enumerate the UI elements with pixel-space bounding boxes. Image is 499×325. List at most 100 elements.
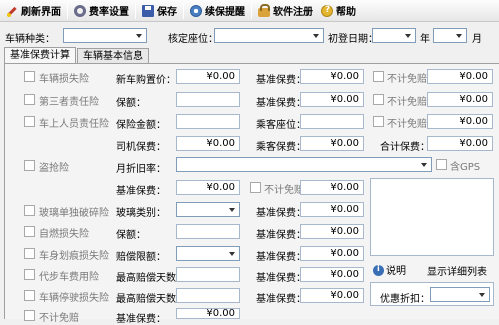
checkbox-substitute-car[interactable] xyxy=(24,269,35,280)
third-party-no-deductible-label: 不计免赔 xyxy=(387,97,427,108)
self-ignition-base-premium-label: 基准保费： xyxy=(256,230,306,241)
vehicle-type-select[interactable] xyxy=(63,28,147,43)
glass-type-select[interactable] xyxy=(176,202,240,217)
checkbox-vehicle-damage[interactable] xyxy=(24,71,35,82)
help-label: 帮助 xyxy=(336,7,356,18)
third-party-base-premium-input[interactable]: ¥0.00 xyxy=(300,92,364,107)
detail-box xyxy=(370,178,494,256)
damage-base-premium-input[interactable]: ¥0.00 xyxy=(300,69,364,84)
suspension-base-premium-input[interactable]: ¥0.00 xyxy=(300,288,364,303)
label-no-deductible-main: 不计免赔 xyxy=(39,313,79,324)
passenger-premium-input[interactable]: ¥0.00 xyxy=(300,136,364,151)
passenger-seats-input[interactable] xyxy=(300,114,364,129)
self-ignition-coverage-input[interactable] xyxy=(176,224,240,239)
include-gps-label: 含GPS xyxy=(450,162,481,173)
refresh-button[interactable]: 刷新界面 xyxy=(2,2,65,20)
self-ignition-coverage-label: 保额： xyxy=(116,230,146,241)
label-suspension: 车辆停驶损失险 xyxy=(39,293,109,304)
passenger-no-deductible-input[interactable]: ¥0.00 xyxy=(427,114,493,129)
chevron-down-icon xyxy=(311,30,322,41)
explain-link[interactable]: 说明 xyxy=(373,262,406,277)
glass-type-label: 玻璃类别： xyxy=(116,208,166,219)
theft-no-deductible-input[interactable]: ¥0.00 xyxy=(300,180,364,195)
glass-base-premium-input[interactable]: ¥0.00 xyxy=(300,202,364,217)
self-ignition-base-premium-input[interactable]: ¥0.00 xyxy=(300,224,364,239)
new-car-price-label: 新车购置价： xyxy=(116,75,176,86)
toolbar-separator xyxy=(251,2,252,19)
label-theft: 盗抢险 xyxy=(39,163,69,174)
third-party-coverage-input[interactable] xyxy=(176,92,240,107)
substitute-max-days-input[interactable] xyxy=(176,267,240,282)
suspension-base-premium-label: 基准保费： xyxy=(256,294,306,305)
checkbox-scratch[interactable] xyxy=(24,248,35,259)
damage-no-deductible-input[interactable]: ¥0.00 xyxy=(427,69,493,84)
checkbox-include-gps[interactable] xyxy=(436,159,447,170)
seat-label: 核定座位： xyxy=(168,34,218,45)
checkbox-passenger-liability[interactable] xyxy=(24,116,35,127)
seat-select[interactable] xyxy=(214,28,324,43)
insured-amount-input[interactable] xyxy=(176,114,240,129)
discount-select[interactable] xyxy=(430,287,490,302)
save-icon xyxy=(142,4,154,17)
vehicle-type-label: 车辆种类： xyxy=(5,34,55,45)
label-self-ignition: 自燃损失险 xyxy=(39,229,89,240)
software-register-button[interactable]: 软件注册 xyxy=(254,2,317,20)
chevron-down-icon xyxy=(134,30,145,41)
total-premium-input[interactable]: ¥0.00 xyxy=(427,136,493,151)
monthly-depreciation-label: 月折旧率： xyxy=(116,164,166,175)
no-deductible-base-premium-input[interactable]: ¥0.00 xyxy=(176,308,240,319)
third-party-no-deductible-input[interactable]: ¥0.00 xyxy=(427,92,493,107)
lock-icon xyxy=(258,4,270,17)
help-icon xyxy=(321,4,333,17)
first-register-label: 初登日期： xyxy=(328,34,378,45)
year-unit: 年 xyxy=(420,34,430,45)
checkbox-no-deductible-main[interactable] xyxy=(24,310,35,321)
checkbox-third-party[interactable] xyxy=(24,94,35,105)
rate-settings-button[interactable]: 费率设置 xyxy=(70,2,133,20)
glass-base-premium-label: 基准保费： xyxy=(256,208,306,219)
scratch-base-premium-label: 基准保费： xyxy=(256,252,306,263)
register-year-select[interactable] xyxy=(372,28,416,43)
toolbar-separator xyxy=(135,2,136,19)
help-button[interactable]: 帮助 xyxy=(317,2,360,20)
register-month-select[interactable] xyxy=(433,28,467,43)
substitute-base-premium-label: 基准保费： xyxy=(256,273,306,284)
third-party-base-premium-label: 基准保费： xyxy=(256,98,306,109)
chevron-down-icon xyxy=(227,204,238,215)
label-substitute-car: 代步车费用险 xyxy=(39,272,99,283)
month-unit: 月 xyxy=(472,34,482,45)
reminder-icon xyxy=(190,4,202,17)
checkbox-glass[interactable] xyxy=(24,205,35,216)
label-vehicle-damage: 车辆损失险 xyxy=(39,74,89,85)
checkbox-passenger-no-deductible[interactable] xyxy=(373,116,384,127)
compensation-limit-select[interactable] xyxy=(176,246,240,261)
theft-base-premium-input[interactable]: ¥0.00 xyxy=(176,180,240,195)
driver-premium-input[interactable]: ¥0.00 xyxy=(176,136,240,151)
new-car-price-input[interactable]: ¥0.00 xyxy=(176,69,240,84)
passenger-premium-label: 乘客保费： xyxy=(256,142,306,153)
toolbar-separator xyxy=(67,2,68,19)
chevron-down-icon xyxy=(227,248,238,259)
brush-icon xyxy=(6,5,18,17)
scratch-base-premium-input[interactable]: ¥0.00 xyxy=(300,246,364,261)
label-passenger-liability: 车上人员责任险 xyxy=(39,119,109,130)
renewal-remind-button[interactable]: 续保提醒 xyxy=(186,2,249,20)
checkbox-damage-no-deductible[interactable] xyxy=(373,71,384,82)
suspension-max-days-input[interactable] xyxy=(176,288,240,303)
checkbox-suspension[interactable] xyxy=(24,290,35,301)
no-deductible-base-premium-label: 基准保费： xyxy=(116,314,166,325)
damage-base-premium-label: 基准保费： xyxy=(256,75,306,86)
checkbox-third-party-no-deductible[interactable] xyxy=(373,94,384,105)
checkbox-self-ignition[interactable] xyxy=(24,226,35,237)
toolbar-separator xyxy=(183,2,184,19)
monthly-depreciation-select[interactable] xyxy=(176,157,432,172)
save-button[interactable]: 保存 xyxy=(138,2,181,20)
save-label: 保存 xyxy=(157,7,177,18)
substitute-base-premium-input[interactable]: ¥0.00 xyxy=(300,267,364,282)
checkbox-theft[interactable] xyxy=(24,160,35,171)
tab-vehicle-info[interactable]: 车辆基本信息 xyxy=(77,48,149,64)
checkbox-theft-no-deductible[interactable] xyxy=(250,182,261,193)
renewal-remind-label: 续保提醒 xyxy=(205,7,245,18)
show-detail-list-link[interactable]: 显示详细列表 xyxy=(427,263,487,278)
tab-base-premium[interactable]: 基准保费计算 xyxy=(4,47,76,64)
